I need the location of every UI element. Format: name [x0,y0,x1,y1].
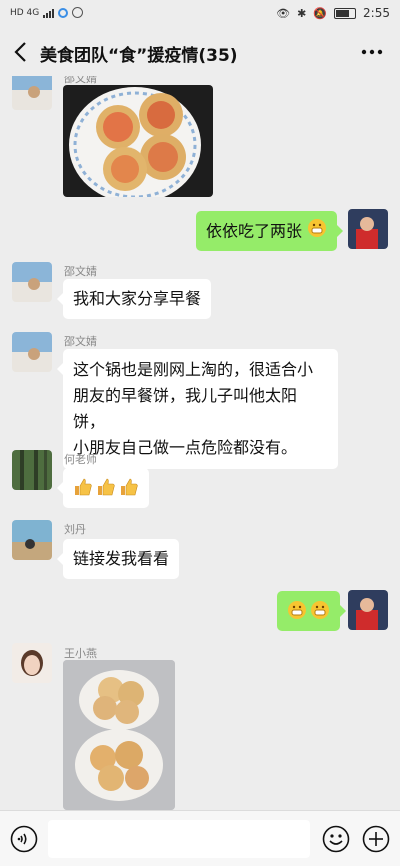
status-left: HD 4G [10,7,84,18]
sender-name: 何老师 [64,453,97,466]
mute-bell-icon: 🔕 [313,6,328,20]
grin-emoji-icon [287,600,307,628]
sender-name: 王小燕 [64,647,97,660]
clock: 2:55 [363,6,390,20]
status-bar: HD 4G 👁 ✱ 🔕 2:55 [0,0,400,28]
sender-name: 刘丹 [64,523,86,536]
eye-icon: 👁 [276,6,291,20]
message-line: 朋友的早餐饼，我儿子叫他太阳饼， [73,386,298,431]
message-line: 小朋友自己做一点危险都没有。 [73,438,298,457]
sender-name: 邵文婧 [64,335,97,348]
voice-input-icon[interactable] [10,825,38,853]
message-bubble[interactable] [57,468,149,508]
avatar[interactable] [12,262,52,302]
chat-input-bar [0,810,400,866]
avatar[interactable] [12,332,52,372]
camera-notify-icon [72,7,84,18]
chat-image[interactable] [63,85,213,197]
chat-header: 美食团队“食”援疫情(35) [0,28,400,76]
avatar[interactable] [12,520,52,560]
emoji-icon[interactable] [322,825,350,853]
message-list[interactable]: 邵文婧 依依吃了两张 邵文婧 我和大家分享早餐 邵文婧 这个锅也是刚网上淘的，很… [0,76,400,810]
more-options-icon[interactable] [360,42,384,62]
grin-emoji-icon [310,600,330,628]
network-label: HD 4G [10,7,40,18]
sender-name: 邵文婧 [64,265,97,278]
thumbs-up-icon [73,477,93,505]
signal-icon [43,8,55,18]
message-input[interactable] [48,820,310,858]
battery-icon [334,7,357,19]
bluetooth-icon: ✱ [297,6,307,20]
message-bubble[interactable]: 这个锅也是刚网上淘的，很适合小 朋友的早餐饼，我儿子叫他太阳饼， 小朋友自己做一… [57,349,338,469]
my-message-bubble[interactable]: 依依吃了两张 [196,211,344,251]
app-notify-icon [58,7,69,18]
message-text: 依依吃了两张 [206,221,303,241]
message-text: 链接发我看看 [73,549,170,568]
plus-icon[interactable] [362,825,390,853]
grin-emoji-icon [307,218,327,246]
back-arrow-icon[interactable] [10,38,34,66]
avatar[interactable] [12,643,52,683]
thumbs-up-icon [96,477,116,505]
message-bubble[interactable]: 链接发我看看 [56,539,180,579]
chat-title: 美食团队“食”援疫情(35) [40,46,238,66]
my-avatar[interactable] [348,209,388,249]
status-right: 👁 ✱ 🔕 2:55 [276,6,390,20]
message-text: 我和大家分享早餐 [73,289,202,308]
my-message-bubble[interactable] [277,591,346,631]
my-avatar[interactable] [348,590,388,630]
message-bubble[interactable]: 我和大家分享早餐 [56,279,212,319]
thumbs-up-icon [119,477,139,505]
avatar[interactable] [12,76,52,110]
chat-image[interactable] [63,660,175,810]
message-line: 这个锅也是刚网上淘的，很适合小 [73,360,314,379]
avatar[interactable] [12,450,52,490]
